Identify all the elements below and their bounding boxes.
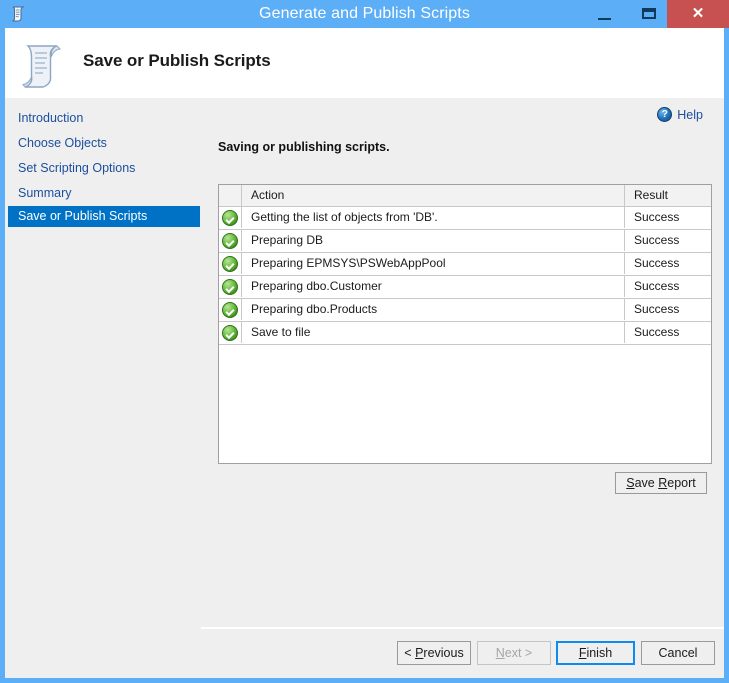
grid-header-result: Result: [634, 188, 669, 202]
help-circle-icon: [657, 107, 673, 122]
sidebar-item-set-scripting-options[interactable]: Set Scripting Options: [8, 158, 200, 179]
script-scroll-icon: [22, 45, 62, 88]
grid-cell-status: [219, 276, 242, 297]
dialog-footer: < Previous Next > Finish Cancel: [201, 629, 724, 678]
grid-cell-action: Getting the list of objects from 'DB'.: [242, 207, 625, 228]
grid-cell-result: Success: [634, 233, 680, 247]
grid-cell-result: Success: [634, 210, 680, 224]
status-heading: Saving or publishing scripts.: [218, 140, 390, 154]
success-icon: [222, 233, 238, 249]
table-row[interactable]: Preparing dbo.Products Success: [219, 299, 711, 322]
content-pane: Help Saving or publishing scripts. Actio…: [201, 98, 724, 678]
table-row[interactable]: Preparing dbo.Customer Success: [219, 276, 711, 299]
maximize-icon: [642, 8, 656, 19]
dialog-body: Introduction Choose Objects Set Scriptin…: [5, 98, 724, 678]
sidebar-item-label: Choose Objects: [18, 136, 107, 150]
help-link[interactable]: Help: [657, 106, 703, 124]
close-button[interactable]: ✕: [667, 0, 729, 28]
grid-cell-status: [219, 230, 242, 251]
sidebar-item-label: Summary: [18, 186, 72, 200]
dialog-window: Generate and Publish Scripts ✕ Save or P…: [0, 0, 729, 683]
sidebar-item-label: Introduction: [18, 111, 84, 125]
grid-cell-action: Preparing DB: [242, 230, 625, 251]
grid-cell-status: [219, 299, 242, 320]
grid-cell-action: Save to file: [242, 322, 625, 343]
maximize-button[interactable]: [632, 0, 666, 28]
cancel-label: Cancel: [658, 646, 698, 660]
sidebar-item-summary[interactable]: Summary: [8, 183, 200, 204]
grid-header-status: [219, 185, 242, 206]
page-title: Save or Publish Scripts: [83, 51, 271, 70]
grid-cell-result: Success: [634, 302, 680, 316]
minimize-icon: [598, 18, 611, 20]
next-button: Next >: [477, 641, 551, 665]
cancel-button[interactable]: Cancel: [641, 641, 715, 665]
success-icon: [222, 279, 238, 295]
sidebar-item-choose-objects[interactable]: Choose Objects: [8, 133, 200, 154]
sidebar-item-label: Set Scripting Options: [18, 161, 136, 175]
table-row[interactable]: Preparing DB Success: [219, 230, 711, 253]
grid-cell-action: Preparing EPMSYS\PSWebAppPool: [242, 253, 625, 274]
save-report-button[interactable]: Save Report: [615, 472, 707, 494]
success-icon: [222, 325, 238, 341]
sidebar-item-introduction[interactable]: Introduction: [8, 108, 200, 129]
sidebar-item-save-or-publish-scripts[interactable]: Save or Publish Scripts: [8, 206, 200, 227]
wizard-sidebar: Introduction Choose Objects Set Scriptin…: [5, 98, 200, 678]
grid-cell-result: Success: [634, 279, 680, 293]
success-icon: [222, 256, 238, 272]
grid-cell-status: [219, 253, 242, 274]
table-row[interactable]: Save to file Success: [219, 322, 711, 345]
previous-button[interactable]: < Previous: [397, 641, 471, 665]
grid-cell-result: Success: [634, 325, 680, 339]
progress-grid: Action Result Getting the list of object…: [218, 184, 712, 464]
help-label: Help: [677, 108, 703, 122]
table-row[interactable]: Getting the list of objects from 'DB'. S…: [219, 207, 711, 230]
success-icon: [222, 302, 238, 318]
grid-header-row: Action Result: [219, 185, 711, 207]
table-row[interactable]: Preparing EPMSYS\PSWebAppPool Success: [219, 253, 711, 276]
title-bar: Generate and Publish Scripts ✕: [0, 0, 729, 28]
sidebar-item-label: Save or Publish Scripts: [18, 209, 148, 223]
finish-button[interactable]: Finish: [556, 641, 635, 665]
grid-cell-status: [219, 207, 242, 228]
grid-header-action: Action: [242, 185, 625, 206]
dialog-header: Save or Publish Scripts: [5, 28, 724, 98]
grid-cell-action: Preparing dbo.Customer: [242, 276, 625, 297]
grid-cell-action: Preparing dbo.Products: [242, 299, 625, 320]
grid-cell-result: Success: [634, 256, 680, 270]
grid-cell-status: [219, 322, 242, 343]
close-icon: ✕: [691, 5, 705, 22]
minimize-button[interactable]: [588, 0, 622, 28]
success-icon: [222, 210, 238, 226]
